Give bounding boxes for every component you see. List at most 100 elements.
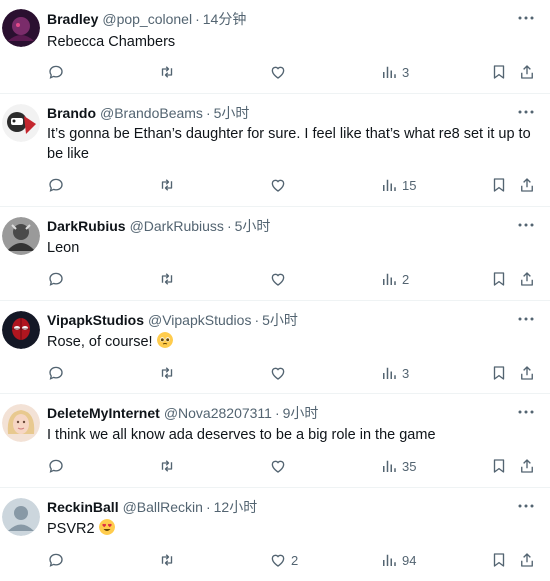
reply-icon (49, 366, 63, 380)
like-button[interactable] (269, 456, 291, 476)
bookmark-button[interactable] (490, 456, 508, 476)
retweet-button[interactable] (158, 269, 180, 289)
like-button[interactable] (269, 62, 291, 82)
timestamp[interactable]: 5小时 (214, 105, 250, 121)
author-name[interactable]: DarkRubius (47, 218, 126, 234)
more-options-icon[interactable] (516, 8, 536, 28)
tweet-text-container: Rose, of course! (47, 332, 536, 352)
timestamp[interactable]: 14分钟 (203, 11, 247, 27)
retweet-button[interactable] (158, 550, 180, 570)
like-button[interactable] (269, 175, 291, 195)
tweet-text-container: PSVR2 (47, 519, 536, 539)
view-count: 35 (402, 458, 417, 474)
avatar[interactable] (2, 498, 40, 536)
views-button[interactable]: 2 (380, 269, 409, 289)
bookmark-button[interactable] (490, 269, 508, 289)
author-name[interactable]: VipapkStudios (47, 312, 144, 328)
avatar[interactable] (2, 9, 40, 47)
reply-button[interactable] (47, 363, 69, 383)
share-button[interactable] (518, 269, 536, 289)
heart-icon (271, 460, 285, 473)
tweet-actions: 15 (0, 175, 550, 195)
reply-button[interactable] (47, 550, 69, 570)
timestamp[interactable]: 12小时 (214, 499, 258, 515)
tweet[interactable]: VipapkStudios @VipapkStudios · 5小时 Rose, of… (0, 301, 550, 394)
tweet[interactable]: DeleteMyInternet @Nova28207311 · 9小时 I thin… (0, 394, 550, 488)
bookmark-button[interactable] (490, 550, 508, 570)
retweet-button[interactable] (158, 456, 180, 476)
more-options-icon[interactable] (516, 402, 536, 422)
tweet-text: Rose, of course! (47, 334, 153, 350)
views-button[interactable]: 35 (380, 456, 416, 476)
views-button[interactable]: 3 (380, 62, 409, 82)
share-icon (521, 65, 533, 79)
author-name[interactable]: DeleteMyInternet (47, 405, 160, 421)
author-name[interactable]: ReckinBall (47, 499, 119, 515)
author-name[interactable]: Brando (47, 105, 96, 121)
heart-icon (271, 179, 285, 192)
bookmark-button[interactable] (490, 175, 508, 195)
share-button[interactable] (518, 62, 536, 82)
view-count: 2 (402, 271, 410, 287)
share-icon (521, 459, 533, 473)
avatar[interactable] (2, 104, 40, 142)
tweet-text: I think we all know ada deserves to be a… (47, 427, 436, 443)
tweet[interactable]: Brando @BrandoBeams · 5小时 It’s gonna be Eth… (0, 94, 550, 207)
reply-button[interactable] (47, 456, 69, 476)
share-button[interactable] (518, 175, 536, 195)
retweet-button[interactable] (158, 363, 180, 383)
author-name[interactable]: Bradley (47, 11, 98, 27)
heart-eyes-emoji-icon (98, 519, 115, 535)
author-handle[interactable]: @Nova28207311 (164, 405, 272, 421)
avatar-spiderman-icon (2, 311, 40, 349)
more-options-icon[interactable] (516, 309, 536, 329)
like-button[interactable]: 2 (269, 550, 298, 570)
views-bar-chart-icon (383, 179, 396, 191)
views-bar-chart-icon (383, 367, 396, 379)
tweet-header: ReckinBall @BallReckin · 12小时 (47, 498, 518, 516)
bookmark-button[interactable] (490, 62, 508, 82)
like-button[interactable] (269, 363, 291, 383)
separator-dot: · (205, 499, 211, 515)
heart-icon (271, 273, 285, 286)
reply-icon (49, 178, 63, 192)
separator-dot: · (226, 218, 232, 234)
retweet-icon (161, 554, 173, 566)
like-button[interactable] (269, 269, 291, 289)
timestamp[interactable]: 9小时 (283, 405, 319, 421)
avatar-gray-photo-icon (2, 217, 40, 255)
more-options-icon[interactable] (516, 496, 536, 516)
avatar[interactable] (2, 311, 40, 349)
retweet-button[interactable] (158, 62, 180, 82)
views-button[interactable]: 94 (380, 550, 416, 570)
views-button[interactable]: 3 (380, 363, 409, 383)
share-button[interactable] (518, 456, 536, 476)
author-handle[interactable]: @BallReckin (123, 499, 203, 515)
more-options-icon[interactable] (516, 102, 536, 122)
tweet[interactable]: ReckinBall @BallReckin · 12小时 PSVR2 2 94 (0, 488, 550, 581)
tweet[interactable]: Bradley @pop_colonel · 14分钟 Rebecca Chamber… (0, 0, 550, 94)
author-handle[interactable]: @DarkRubiuss (130, 218, 224, 234)
avatar[interactable] (2, 404, 40, 442)
bookmark-button[interactable] (490, 363, 508, 383)
tweet-text: PSVR2 (47, 521, 95, 537)
share-button[interactable] (518, 550, 536, 570)
reply-button[interactable] (47, 175, 69, 195)
tweet[interactable]: DarkRubius @DarkRubiuss · 5小时 Leon 2 (0, 207, 550, 301)
tweet-actions: 2 (0, 269, 550, 289)
reply-icon (49, 65, 63, 79)
timestamp[interactable]: 5小时 (262, 312, 298, 328)
author-handle[interactable]: @pop_colonel (102, 11, 192, 27)
timestamp[interactable]: 5小时 (235, 218, 271, 234)
reply-button[interactable] (47, 62, 69, 82)
author-handle[interactable]: @VipapkStudios (148, 312, 251, 328)
views-button[interactable]: 15 (380, 175, 416, 195)
avatar[interactable] (2, 217, 40, 255)
author-handle[interactable]: @BrandoBeams (100, 105, 203, 121)
reply-button[interactable] (47, 269, 69, 289)
bookmark-icon (493, 366, 505, 380)
share-button[interactable] (518, 363, 536, 383)
retweet-button[interactable] (158, 175, 180, 195)
more-options-icon[interactable] (516, 215, 536, 235)
tweet-actions: 3 (0, 363, 550, 383)
